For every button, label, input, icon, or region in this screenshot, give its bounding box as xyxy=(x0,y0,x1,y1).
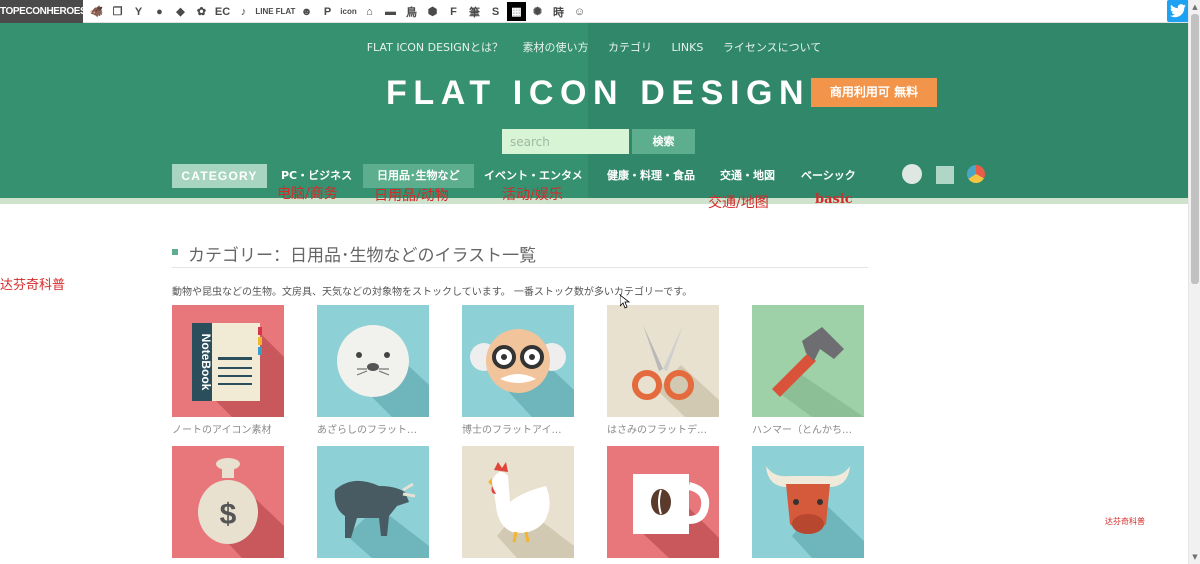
hammer-tile[interactable] xyxy=(752,305,864,417)
cow-tile[interactable] xyxy=(752,446,864,558)
money-bag-icon: $ xyxy=(172,446,284,558)
vertical-scrollbar[interactable]: ▲ ▼ xyxy=(1188,0,1200,564)
category-basic[interactable]: ベーシック xyxy=(801,164,856,188)
scissors-icon xyxy=(607,305,719,417)
top-icon-bar: TOPECONHEROES 🐗 ❐ Y ● ◆ ✿ EC ♪ LINE FLAT ☻ Picon ⌂ ▬ 鳥… xyxy=(0,0,1200,23)
site-header: FLAT ICON DESIGNとは？ 素材の使い方 カテゴリ LINKS ライ… xyxy=(0,23,1188,198)
top-nav: FLAT ICON DESIGNとは？ 素材の使い方 カテゴリ LINKS ライ… xyxy=(0,39,1188,55)
nav-category[interactable]: カテゴリ xyxy=(608,41,652,54)
annotation-transport: 交通/地图 xyxy=(708,195,769,211)
bull-tile[interactable] xyxy=(317,446,429,558)
site-title[interactable]: FLAT ICON DESIGN xyxy=(386,74,810,113)
square-shape-toggle[interactable] xyxy=(936,166,954,184)
search-button[interactable]: 検索 xyxy=(632,129,695,154)
icon-site-links: 🐗 ❐ Y ● ◆ ✿ EC ♪ LINE FLAT ☻ Picon ⌂ ▬ 鳥 ⬢ F 筆 S ▦ ✺ 時 ☺ xyxy=(87,2,589,21)
caption-scissors[interactable]: はさみのフラットデ… xyxy=(607,421,732,436)
hammer-icon xyxy=(752,305,864,417)
caption-notebook[interactable]: ノートのアイコン素材 xyxy=(172,421,297,436)
scroll-down-arrow-icon[interactable]: ▼ xyxy=(1189,551,1200,563)
copy-icon[interactable]: ❐ xyxy=(108,2,127,21)
category-health-food[interactable]: 健康・料理・食品 xyxy=(607,164,695,188)
notebook-tile[interactable]: NoteBook xyxy=(172,305,284,417)
section-title-marker xyxy=(172,249,178,255)
figure-icon[interactable]: Y xyxy=(129,2,148,21)
annotation-daily-goods: 日用品/动物 xyxy=(374,188,449,204)
bull-icon xyxy=(317,446,429,558)
chicken-icon xyxy=(462,446,574,558)
house-icon[interactable]: ⌂ xyxy=(360,2,379,21)
coffee-cup-tile[interactable] xyxy=(607,446,719,558)
scroll-up-arrow-icon[interactable]: ▲ xyxy=(1189,1,1200,13)
money-bag-tile[interactable]: $ xyxy=(172,446,284,558)
s-letter-icon[interactable]: S xyxy=(486,2,505,21)
nav-usage[interactable]: 素材の使い方 xyxy=(523,41,589,54)
license-badge: 商用利用可 無料 xyxy=(811,78,937,107)
flower-icon[interactable]: ✿ xyxy=(192,2,211,21)
parking-icon[interactable]: P xyxy=(318,2,337,21)
cow-icon xyxy=(752,446,864,558)
flat-icon[interactable]: FLAT xyxy=(276,2,296,21)
sofa-icon[interactable]: ▬ xyxy=(381,2,400,21)
section-title: カテゴリー：日用品･生物などのイラスト一覧 xyxy=(172,241,868,268)
speech-bubble-icon[interactable]: ● xyxy=(150,2,169,21)
color-toggle[interactable] xyxy=(967,165,985,183)
scissors-tile[interactable] xyxy=(607,305,719,417)
circle-shape-toggle[interactable] xyxy=(902,164,922,184)
category-button[interactable]: CATEGORY xyxy=(172,164,267,188)
nav-license[interactable]: ライセンスについて xyxy=(723,41,821,54)
annotation-left-note: 达芬奇科普 xyxy=(0,278,66,293)
professor-icon xyxy=(462,305,574,417)
category-transport[interactable]: 交通・地図 xyxy=(720,164,775,188)
burst-icon[interactable]: ✺ xyxy=(528,2,547,21)
smiley-icon[interactable]: ☻ xyxy=(297,2,316,21)
face-icon[interactable]: ☺ xyxy=(570,2,589,21)
notebook-text: NoteBook xyxy=(199,334,213,391)
music-note-icon[interactable]: ♪ xyxy=(234,2,253,21)
annotation-events: 活动/娱乐 xyxy=(502,187,563,203)
line-icon[interactable]: LINE xyxy=(255,2,274,21)
grid-icon[interactable]: ▦ xyxy=(507,2,526,21)
notebook-icon: NoteBook xyxy=(172,305,284,417)
brush-kanji-icon[interactable]: 筆 xyxy=(465,2,484,21)
gear-shape-icon[interactable]: ⬢ xyxy=(423,2,442,21)
brand-link[interactable]: TOPECONHEROES xyxy=(0,0,87,23)
nav-about[interactable]: FLAT ICON DESIGNとは？ xyxy=(367,41,503,54)
professor-tile[interactable] xyxy=(462,305,574,417)
page-title: カテゴリー：日用品･生物などのイラスト一覧 xyxy=(188,246,537,266)
watermark-text: 达芬奇科普 xyxy=(1105,517,1145,526)
caption-professor[interactable]: 博士のフラットアイ… xyxy=(462,421,587,436)
mouse-cursor-icon xyxy=(620,295,630,309)
annotation-basic: basic xyxy=(815,192,853,207)
annotation-pc-business: 电脑/商务 xyxy=(277,186,338,202)
twitter-icon[interactable] xyxy=(1167,0,1189,22)
dollar-sign-text: $ xyxy=(220,498,237,531)
label-icon[interactable]: ◆ xyxy=(171,2,190,21)
caption-hammer[interactable]: ハンマー（とんかち… xyxy=(752,421,877,436)
icon-text-icon[interactable]: icon xyxy=(339,2,358,21)
seal-tile[interactable] xyxy=(317,305,429,417)
f-letter-icon[interactable]: F xyxy=(444,2,463,21)
category-description: 動物や昆虫などの生物。文房具、天気などの対象物をストックしています。 一番ストッ… xyxy=(172,287,693,298)
caption-seal[interactable]: あざらしのフラット… xyxy=(317,421,442,436)
coffee-cup-icon xyxy=(607,446,719,558)
header-bottom-stripe xyxy=(0,198,1188,204)
search-input[interactable] xyxy=(502,129,629,154)
bird-icon[interactable]: 鳥 xyxy=(402,2,421,21)
time-kanji-icon[interactable]: 時 xyxy=(549,2,568,21)
ec-icon[interactable]: EC xyxy=(213,2,232,21)
page: TOPECONHEROES 🐗 ❐ Y ● ◆ ✿ EC ♪ LINE FLAT ☻ Picon ⌂ ▬ 鳥… xyxy=(0,0,1200,564)
seal-icon xyxy=(317,305,429,417)
nav-links[interactable]: LINKS xyxy=(672,41,704,54)
chicken-tile[interactable] xyxy=(462,446,574,558)
pig-icon[interactable]: 🐗 xyxy=(87,2,106,21)
scrollbar-thumb[interactable] xyxy=(1191,14,1199,284)
